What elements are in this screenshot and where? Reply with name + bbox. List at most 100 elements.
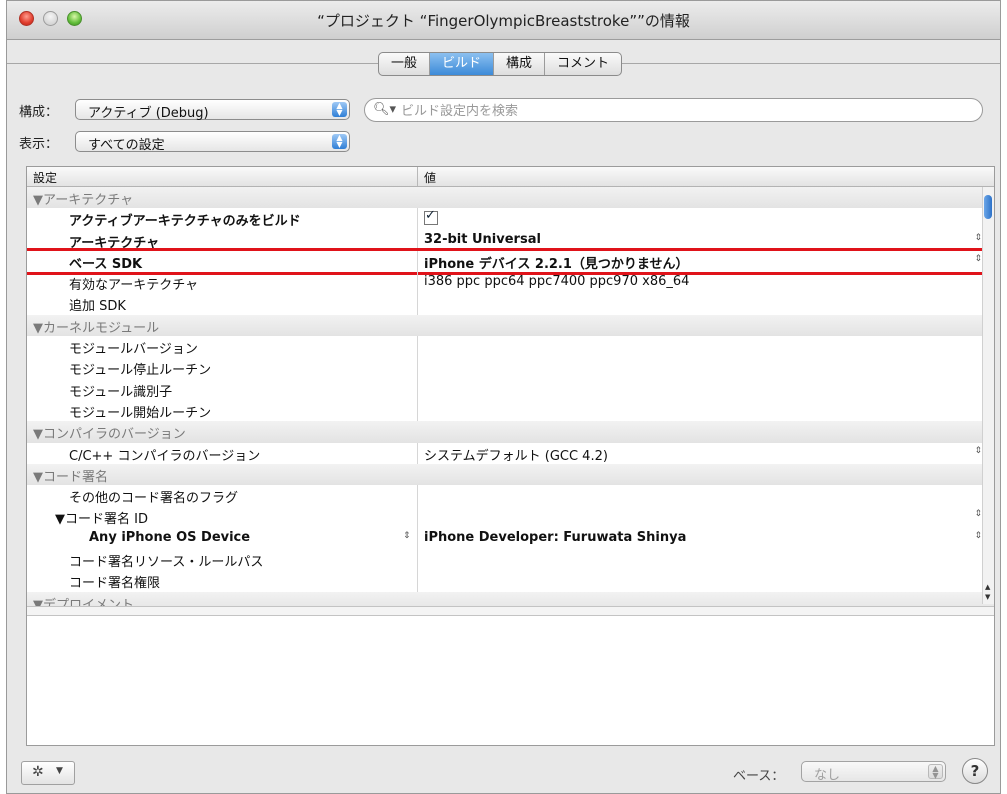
- setting-row[interactable]: Any iPhone OS Device iPhone Developer: Fu…: [27, 527, 994, 550]
- column-divider: [417, 378, 418, 400]
- column-divider: [417, 506, 418, 528]
- setting-value[interactable]: iPhone デバイス 2.2.1（見つかりません）: [424, 253, 689, 272]
- stepper-arrows-icon[interactable]: ⇕: [974, 509, 982, 519]
- setting-row[interactable]: モジュール停止ルーチン: [27, 357, 994, 379]
- setting-name: モジュールバージョン: [69, 342, 198, 358]
- setting-row[interactable]: アーキテクチャ 32-bit Universal ⇕: [27, 229, 994, 251]
- setting-row[interactable]: 追加 SDK: [27, 293, 994, 315]
- scroll-thumb[interactable]: [984, 195, 992, 219]
- setting-row[interactable]: モジュールバージョン: [27, 336, 994, 358]
- setting-name: コード署名リソース・ルールパス: [69, 555, 264, 571]
- popup-arrows-icon: ▲ ▼: [928, 764, 943, 780]
- group-row[interactable]: ▼コンパイラのバージョン: [27, 421, 994, 443]
- setting-row[interactable]: 有効なアーキテクチャ i386 ppc ppc64 ppc7400 ppc970 …: [27, 272, 994, 294]
- stepper-arrows-icon[interactable]: ⇕: [974, 254, 982, 264]
- tab-bar: 一般 ビルド 構成 コメント: [378, 52, 623, 76]
- setting-name: モジュール停止ルーチン: [69, 363, 212, 379]
- config-label: 構成：: [19, 105, 59, 120]
- window-title: “プロジェクト “FingerOlympicBreaststroke””の情報: [317, 12, 690, 30]
- pane-splitter[interactable]: [27, 606, 994, 616]
- popup-arrows-icon: ▲ ▼: [332, 134, 347, 149]
- setting-name: アーキテクチャ: [69, 235, 160, 251]
- setting-name: ▼コード署名 ID: [55, 512, 148, 528]
- setting-row[interactable]: ベース SDK iPhone デバイス 2.2.1（見つかりません） ⇕: [27, 247, 994, 276]
- group-row[interactable]: ▼カーネルモジュール: [27, 314, 994, 337]
- config-value: アクティブ (Debug): [88, 106, 209, 121]
- column-divider: [417, 336, 418, 358]
- column-divider: [417, 293, 418, 315]
- popup-arrows-icon: ▲ ▼: [332, 102, 347, 117]
- chevron-down-icon: ▼: [56, 766, 63, 776]
- info-window: “プロジェクト “FingerOlympicBreaststroke””の情報 …: [6, 0, 1001, 794]
- show-label: 表示：: [19, 137, 59, 152]
- config-popup[interactable]: アクティブ (Debug) ▲ ▼: [75, 99, 350, 121]
- column-divider: [417, 229, 418, 251]
- vertical-scrollbar[interactable]: ▲ ▼: [982, 187, 994, 604]
- tab-build[interactable]: ビルド: [430, 53, 495, 75]
- base-value: なし: [814, 768, 841, 783]
- base-popup[interactable]: なし ▲ ▼: [801, 761, 946, 783]
- setting-name: Any iPhone OS Device: [89, 529, 251, 545]
- scroll-up-icon[interactable]: ▲: [985, 583, 990, 591]
- group-row[interactable]: ▼コード署名: [27, 463, 994, 486]
- setting-name: コード署名権限: [69, 576, 161, 592]
- search-icon: 🔍︎▾: [373, 102, 397, 117]
- setting-row[interactable]: その他のコード署名のフラグ: [27, 485, 994, 507]
- column-header-setting[interactable]: 設定: [33, 169, 57, 186]
- show-popup[interactable]: すべての設定 ▲ ▼: [75, 131, 350, 153]
- tab-comments[interactable]: コメント: [545, 53, 621, 75]
- setting-name: モジュール開始ルーチン: [69, 405, 212, 421]
- title-bar: “プロジェクト “FingerOlympicBreaststroke””の情報: [7, 1, 1000, 40]
- column-divider: [417, 250, 418, 273]
- setting-row[interactable]: モジュール識別子: [27, 378, 994, 400]
- checkbox-checked[interactable]: [424, 208, 438, 226]
- column-divider: [417, 527, 418, 550]
- help-button[interactable]: ?: [962, 758, 988, 784]
- group-title: ▼カーネルモジュール: [33, 320, 160, 336]
- group-title: ▼アーキテクチャ: [33, 193, 134, 208]
- setting-name: モジュール識別子: [69, 384, 173, 400]
- setting-row[interactable]: モジュール開始ルーチン: [27, 399, 994, 422]
- gear-icon: ✲: [32, 764, 44, 780]
- column-divider: [417, 570, 418, 592]
- setting-row[interactable]: C/C++ コンパイラのバージョン システムデフォルト (GCC 4.2) ⇕: [27, 442, 994, 464]
- stepper-arrows-icon[interactable]: ⇕: [974, 531, 982, 541]
- table-header: 設定 値: [27, 167, 994, 187]
- column-header-value[interactable]: 値: [424, 169, 436, 186]
- setting-value[interactable]: システムデフォルト (GCC 4.2): [424, 445, 608, 464]
- setting-row[interactable]: コード署名リソース・ルールパス: [27, 549, 994, 571]
- setting-name: C/C++ コンパイラのバージョン: [69, 448, 261, 464]
- column-divider: [417, 167, 418, 186]
- column-divider: [417, 549, 418, 571]
- stepper-arrows-icon[interactable]: ⇕: [974, 233, 982, 243]
- setting-value[interactable]: iPhone Developer: Furuwata Shinya: [424, 530, 686, 545]
- setting-row[interactable]: ▼コード署名 ID ⇕: [27, 506, 994, 528]
- column-divider: [417, 357, 418, 379]
- setting-name: その他のコード署名のフラグ: [69, 491, 239, 507]
- setting-value[interactable]: i386 ppc ppc64 ppc7400 ppc970 x86_64: [424, 274, 689, 289]
- settings-table: 設定 値 ▼アーキテクチャアクティブアーキテクチャのみをビルドアーキテクチャ 32…: [26, 166, 995, 746]
- action-menu-button[interactable]: ✲ ▼: [21, 761, 75, 785]
- column-divider: [417, 208, 418, 230]
- setting-row[interactable]: コード署名権限: [27, 570, 994, 592]
- search-input[interactable]: [399, 101, 963, 121]
- setting-value[interactable]: 32-bit Universal: [424, 232, 541, 247]
- scroll-down-icon[interactable]: ▼: [985, 593, 990, 601]
- column-divider: [417, 442, 418, 464]
- setting-name: ベース SDK: [69, 256, 143, 272]
- column-divider: [417, 272, 418, 294]
- group-row[interactable]: ▼アーキテクチャ: [27, 187, 994, 209]
- stepper-arrows-icon[interactable]: ⇕: [403, 531, 411, 541]
- setting-name: 有効なアーキテクチャ: [69, 278, 199, 294]
- tab-configurations[interactable]: 構成: [494, 53, 546, 75]
- tab-general[interactable]: 一般: [379, 53, 431, 75]
- base-label: ベース：: [733, 769, 785, 784]
- setting-row[interactable]: アクティブアーキテクチャのみをビルド: [27, 208, 994, 230]
- stepper-arrows-icon[interactable]: ⇕: [974, 446, 982, 456]
- setting-name: 追加 SDK: [69, 299, 126, 315]
- group-title: ▼コンパイラのバージョン: [33, 427, 186, 443]
- column-divider: [417, 485, 418, 507]
- setting-name: アクティブアーキテクチャのみをビルド: [69, 214, 301, 230]
- column-divider: [417, 399, 418, 422]
- search-field[interactable]: 🔍︎▾: [364, 98, 983, 122]
